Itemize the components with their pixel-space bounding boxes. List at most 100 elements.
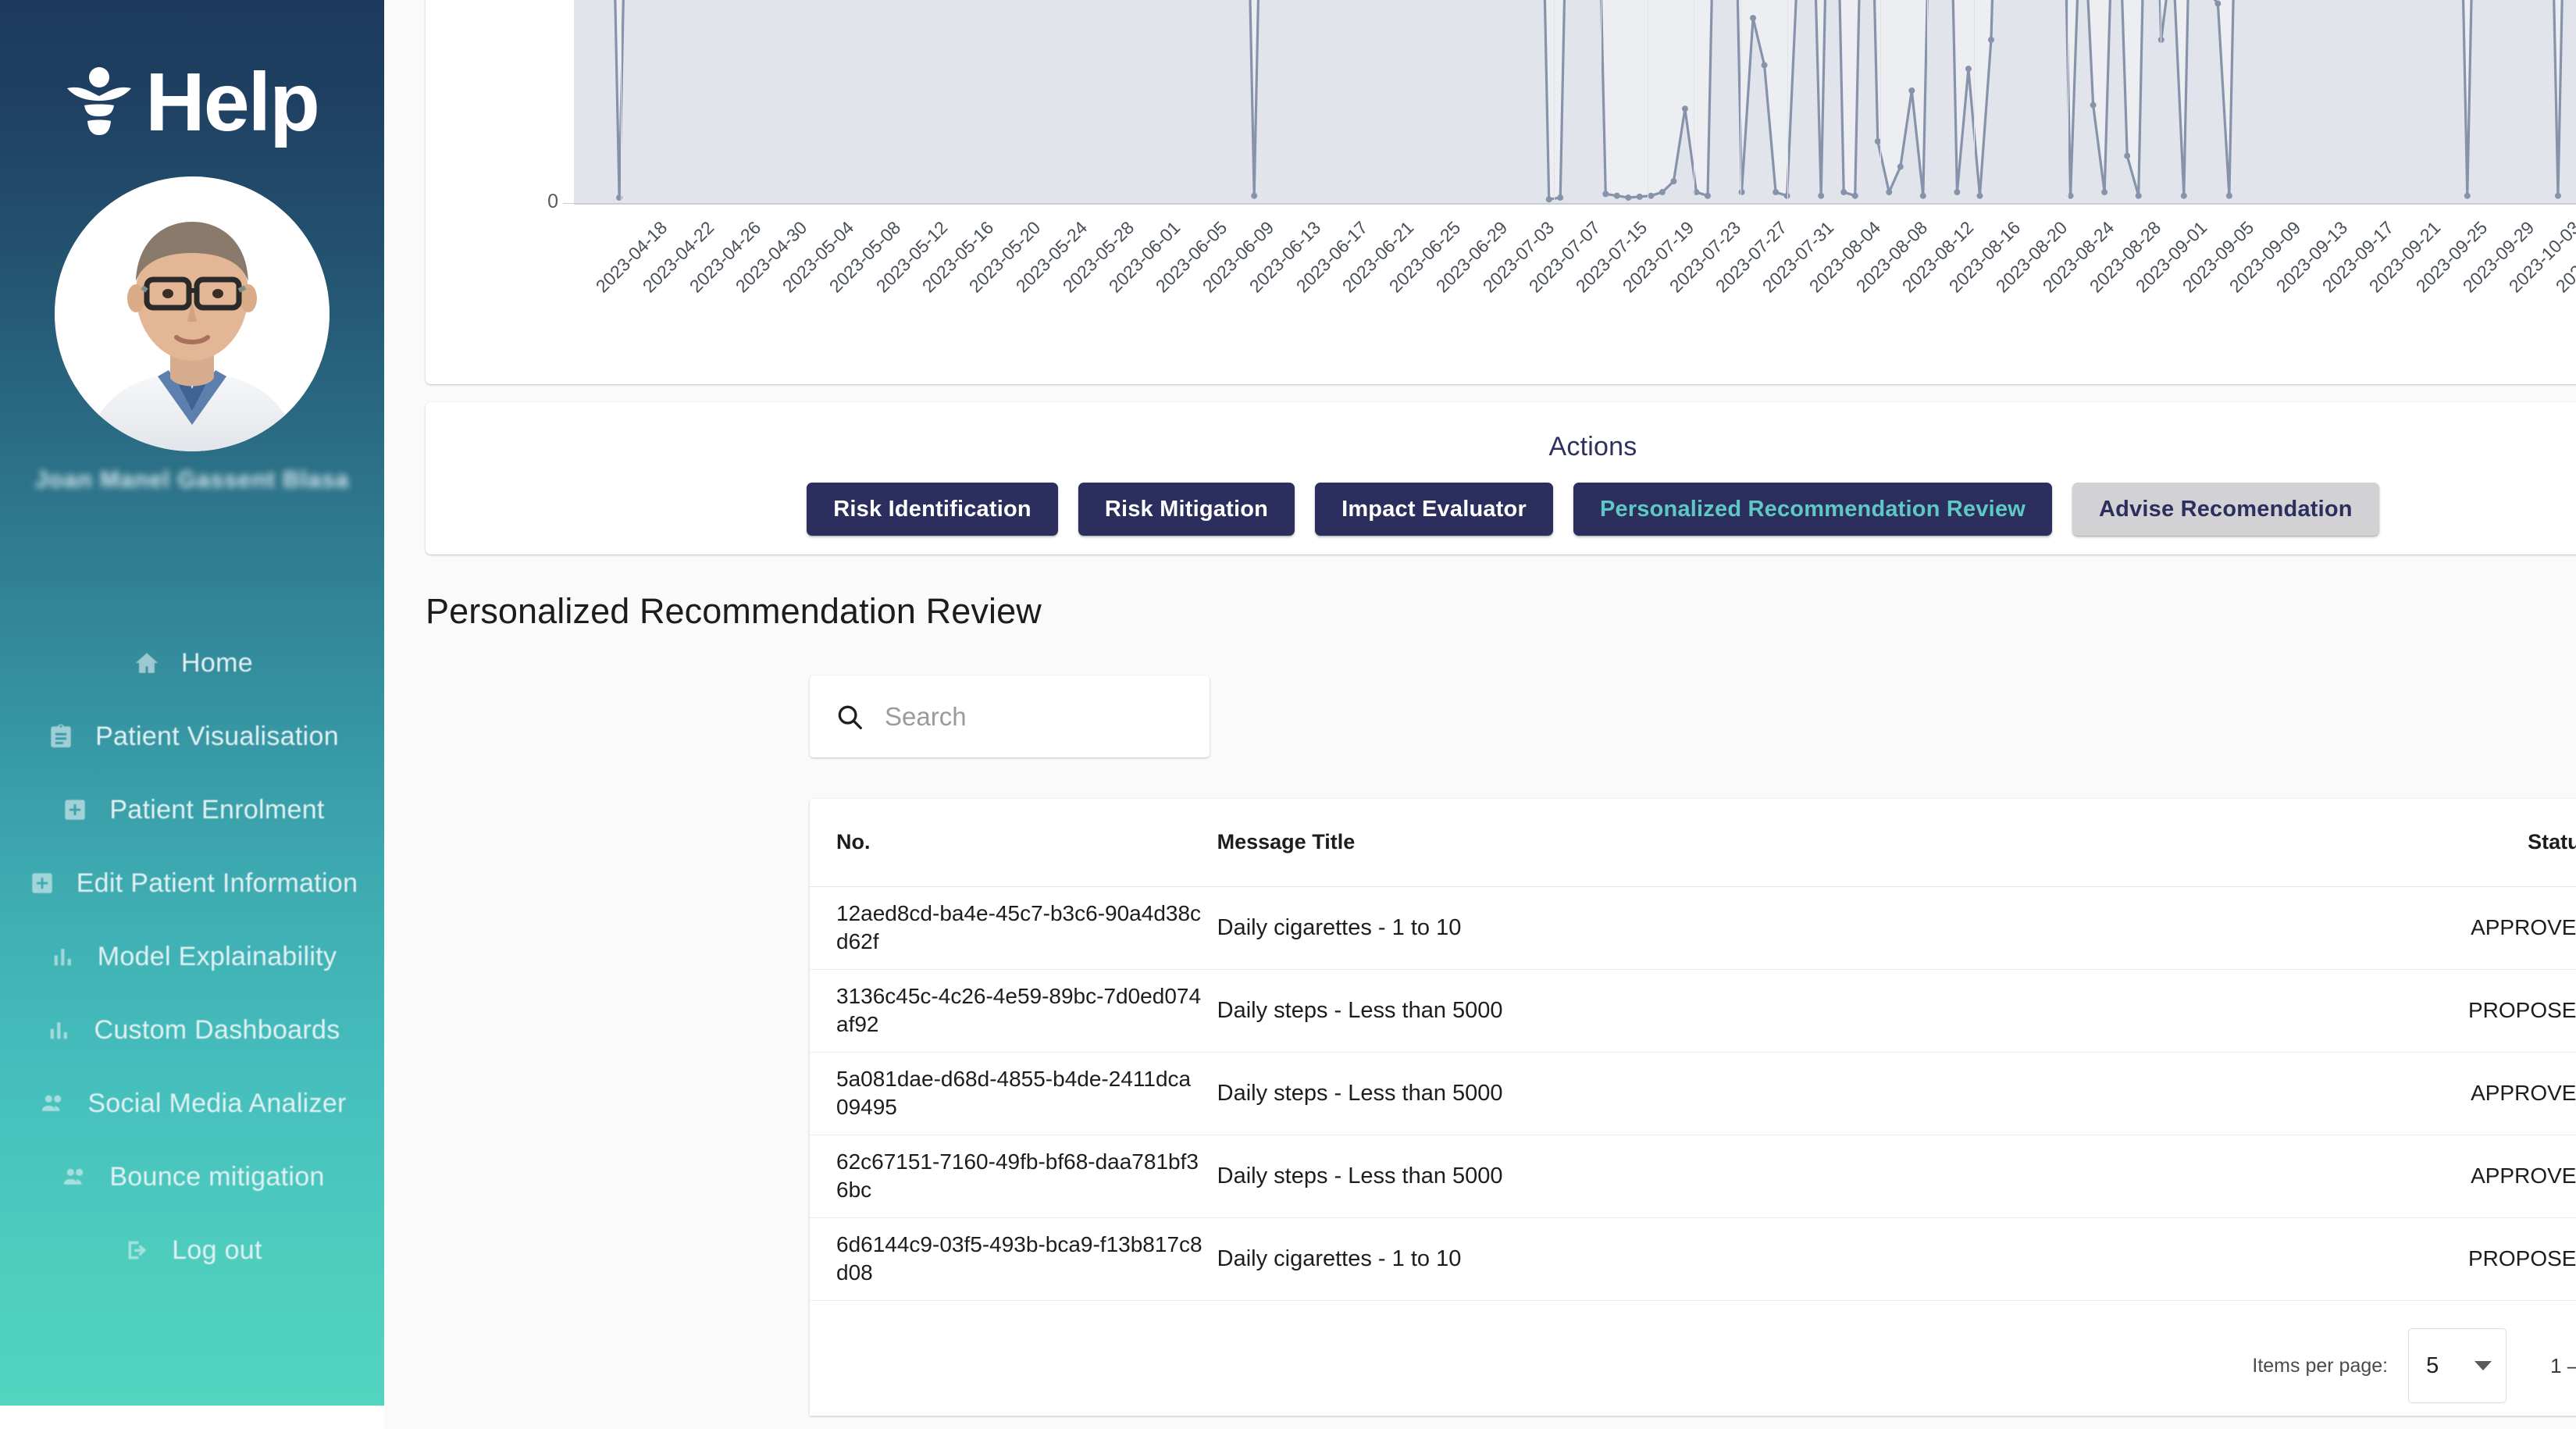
avatar (0, 176, 384, 451)
status-badge: PROPOSED (2367, 1217, 2576, 1301)
table-row: 5a081dae-d68d-4855-b4de-2411dca09495 Dail… (810, 1052, 2576, 1135)
search-icon (835, 702, 864, 732)
chart-gridline (2207, 0, 2208, 203)
chart-gridline (2020, 0, 2022, 203)
chart-gridline (1460, 0, 1462, 203)
chart-gridline (1880, 0, 1882, 203)
chart-line-series (574, 0, 2576, 203)
sidebar-item-bounce-mitigation[interactable]: Bounce mitigation (0, 1140, 384, 1213)
profile-name: Joan Manel Gassent Blasa (34, 467, 350, 493)
chart-gridline (947, 0, 949, 203)
actions-card: Actions Risk Identification Risk Mitigat… (426, 402, 2576, 554)
bar-chart-icon (48, 941, 79, 972)
sidebar-item-label: Patient Enrolment (109, 794, 325, 825)
logout-icon (122, 1235, 153, 1266)
sidebar-item-label: Patient Visualisation (95, 721, 339, 751)
main-content: 02000 2023-04-182023-04-222023-04-262023… (384, 0, 2576, 1429)
chart-gridline (1087, 0, 1088, 203)
column-header-message-title: Message Title (1202, 799, 2368, 887)
personalized-recommendation-review-button[interactable]: Personalized Recommendation Review (1573, 483, 2053, 536)
chart-gridline (1227, 0, 1228, 203)
chart-gridline (993, 0, 995, 203)
paginator: Items per page: 5 1 – 5 of 12 (810, 1316, 2576, 1416)
chart-gridline (2487, 0, 2489, 203)
status-badge: APPROVED (2367, 1135, 2576, 1218)
table-header-row: No. Message Title Status Send/Sent Rejec… (810, 799, 2576, 887)
items-per-page-value: 5 (2426, 1352, 2439, 1378)
table-row: 6d6144c9-03f5-493b-bca9-f13b817c8d08 Dail… (810, 1217, 2576, 1301)
chart-series-area (574, 0, 2576, 203)
app-logo[interactable]: Help (0, 0, 384, 144)
actions-title: Actions (1548, 432, 1637, 461)
app-logo-text: Help (145, 56, 320, 148)
search-input[interactable] (885, 701, 1185, 732)
chart-gridline (1600, 0, 1602, 203)
table-head: No. Message Title Status Send/Sent Rejec… (810, 799, 2576, 887)
cell-message-title: Daily cigarettes - 1 to 10 (1202, 886, 2368, 970)
chart-gridline (1040, 0, 1042, 203)
chart-gridline (807, 0, 808, 203)
chart-gridline (2534, 0, 2535, 203)
sidebar-item-home[interactable]: Home (0, 626, 384, 700)
cell-message-title: Daily cigarettes - 1 to 10 (1202, 1217, 2368, 1301)
chart-gridline (1320, 0, 1322, 203)
sidebar-item-label: Bounce mitigation (109, 1161, 325, 1192)
actions-button-row: Risk Identification Risk Mitigation Impa… (807, 483, 2379, 536)
add-box-icon (59, 794, 91, 825)
column-header-status: Status (2367, 799, 2576, 887)
chart-gridline (1833, 0, 1835, 203)
chart-gridline (1134, 0, 1135, 203)
impact-evaluator-button[interactable]: Impact Evaluator (1315, 483, 1553, 536)
chart-y-tick (563, 203, 574, 204)
chart-gridline (1554, 0, 1555, 203)
sidebar-item-edit-patient-information[interactable]: Edit Patient Information (0, 846, 384, 920)
chart-gridline (2347, 0, 2349, 203)
sidebar-item-model-explainability[interactable]: Model Explainability (0, 920, 384, 993)
home-icon (131, 647, 162, 679)
search-card[interactable] (810, 675, 1210, 757)
sidebar-item-patient-visualisation[interactable]: Patient Visualisation (0, 700, 384, 773)
status-badge: APPROVED (2367, 1052, 2576, 1135)
chart-gridline (574, 0, 575, 203)
risk-mitigation-button[interactable]: Risk Mitigation (1078, 483, 1295, 536)
sidebar-item-label: Model Explainability (97, 941, 337, 971)
cell-no: 62c67151-7160-49fb-bf68-daa781bf36bc (810, 1135, 1203, 1218)
chart-gridline (1367, 0, 1369, 203)
sidebar-item-patient-enrolment[interactable]: Patient Enrolment (0, 773, 384, 846)
sidebar-item-label: Home (181, 647, 253, 678)
sidebar-item-label: Social Media Analizer (87, 1088, 347, 1118)
sidebar-item-social-media-analizer[interactable]: Social Media Analizer (0, 1067, 384, 1140)
chart-gridline (1413, 0, 1415, 203)
chart-x-axis (574, 203, 2576, 205)
bar-chart-icon (44, 1014, 75, 1046)
status-badge: PROPOSED (2367, 969, 2576, 1053)
chart-gridline (1274, 0, 1275, 203)
risk-identification-button[interactable]: Risk Identification (807, 483, 1058, 536)
cell-no: 3136c45c-4c26-4e59-89bc-7d0ed074af92 (810, 969, 1203, 1053)
items-per-page-select[interactable]: 5 (2408, 1328, 2507, 1403)
chart-gridline (620, 0, 622, 203)
advise-recomendation-button[interactable]: Advise Recomendation (2072, 483, 2379, 536)
people-icon (37, 1088, 69, 1119)
table-row: 12aed8cd-ba4e-45c7-b3c6-90a4d38cd62f Dail… (810, 886, 2576, 970)
sidebar-item-label: Custom Dashboards (94, 1014, 340, 1045)
sidebar: Help Joan Manel Gassent Blasa Home Patie… (0, 0, 384, 1406)
column-header-no: No. (810, 799, 1203, 887)
sidebar-item-label: Log out (172, 1235, 262, 1265)
patient-timeseries-chart-card: 02000 2023-04-182023-04-222023-04-262023… (426, 0, 2576, 384)
sidebar-item-custom-dashboards[interactable]: Custom Dashboards (0, 993, 384, 1067)
chart-gridline (2254, 0, 2255, 203)
sidebar-item-log-out[interactable]: Log out (0, 1213, 384, 1287)
page-title: Personalized Recommendation Review (426, 591, 1042, 631)
edit-box-icon (27, 868, 58, 899)
chart-gridline (2300, 0, 2302, 203)
table-row: 62c67151-7160-49fb-bf68-daa781bf36bc Dail… (810, 1135, 2576, 1218)
chart-gridline (853, 0, 855, 203)
chart-x-tick-labels: 2023-04-18 2023-04-22 2023-04-26 2023-04-30… (574, 206, 2576, 378)
avatar-image (55, 176, 330, 451)
chart-plot-area (574, 0, 2576, 203)
chart: 02000 2023-04-182023-04-222023-04-262023… (426, 0, 2576, 384)
items-per-page-label: Items per page: (2252, 1354, 2389, 1377)
cell-no: 6d6144c9-03f5-493b-bca9-f13b817c8d08 (810, 1217, 1203, 1301)
app-root: Help Joan Manel Gassent Blasa Home Patie… (0, 0, 2576, 1429)
